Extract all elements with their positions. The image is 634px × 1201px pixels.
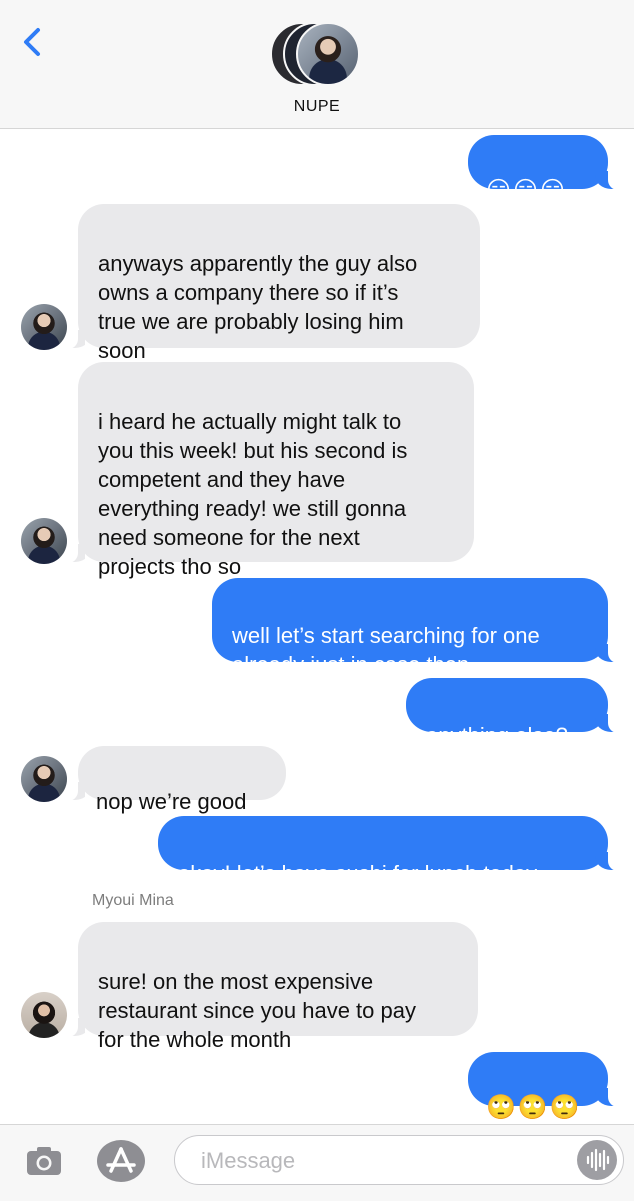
- message-outgoing[interactable]: 😑😑😑: [468, 135, 618, 204]
- back-button[interactable]: [14, 22, 54, 62]
- message-outgoing[interactable]: okay! let’s have sushi for lunch today: [158, 816, 618, 886]
- audio-waveform-icon: [586, 1148, 610, 1172]
- message-incoming[interactable]: i heard he actually might talk to you th…: [68, 362, 474, 579]
- apps-button[interactable]: [96, 1139, 146, 1183]
- message-text: sure! on the most expensive restaurant s…: [98, 969, 416, 1052]
- group-avatar[interactable]: [268, 22, 368, 88]
- message-text: anyways apparently the guy also owns a c…: [98, 251, 418, 363]
- compose-bar: [0, 1124, 634, 1201]
- message-text: okay! let’s have sushi for lunch today: [178, 861, 538, 886]
- app-store-icon: [97, 1140, 145, 1182]
- sender-name: Myoui Mina: [92, 892, 174, 909]
- sender-avatar[interactable]: [21, 518, 67, 564]
- message-outgoing[interactable]: well let’s start searching for one alrea…: [212, 578, 618, 677]
- message-field[interactable]: [174, 1135, 624, 1185]
- sender-avatar[interactable]: [21, 304, 67, 350]
- camera-button[interactable]: [24, 1141, 64, 1181]
- message-incoming[interactable]: anyways apparently the guy also owns a c…: [68, 204, 480, 363]
- conversation-header: NUPE: [0, 0, 634, 129]
- sender-avatar[interactable]: [21, 756, 67, 802]
- message-outgoing[interactable]: anything else?: [406, 678, 618, 748]
- message-outgoing[interactable]: 🙄🙄🙄: [468, 1052, 618, 1121]
- message-input[interactable]: [199, 1144, 563, 1178]
- message-text: nop we’re good: [96, 789, 247, 814]
- message-text: i heard he actually might talk to you th…: [98, 409, 408, 579]
- message-text: 😑😑😑: [486, 177, 568, 204]
- message-incoming[interactable]: nop we’re good: [68, 746, 286, 814]
- contact-name[interactable]: NUPE: [0, 98, 634, 116]
- sender-avatar[interactable]: [21, 992, 67, 1038]
- member-avatar: [296, 22, 360, 86]
- audio-message-button[interactable]: [577, 1140, 617, 1180]
- camera-icon: [27, 1147, 61, 1175]
- chevron-left-icon: [24, 28, 40, 56]
- message-text: 🙄🙄🙄: [486, 1094, 582, 1121]
- message-incoming[interactable]: sure! on the most expensive restaurant s…: [68, 922, 478, 1052]
- message-text: well let’s start searching for one alrea…: [232, 623, 540, 677]
- message-text: anything else?: [426, 723, 568, 748]
